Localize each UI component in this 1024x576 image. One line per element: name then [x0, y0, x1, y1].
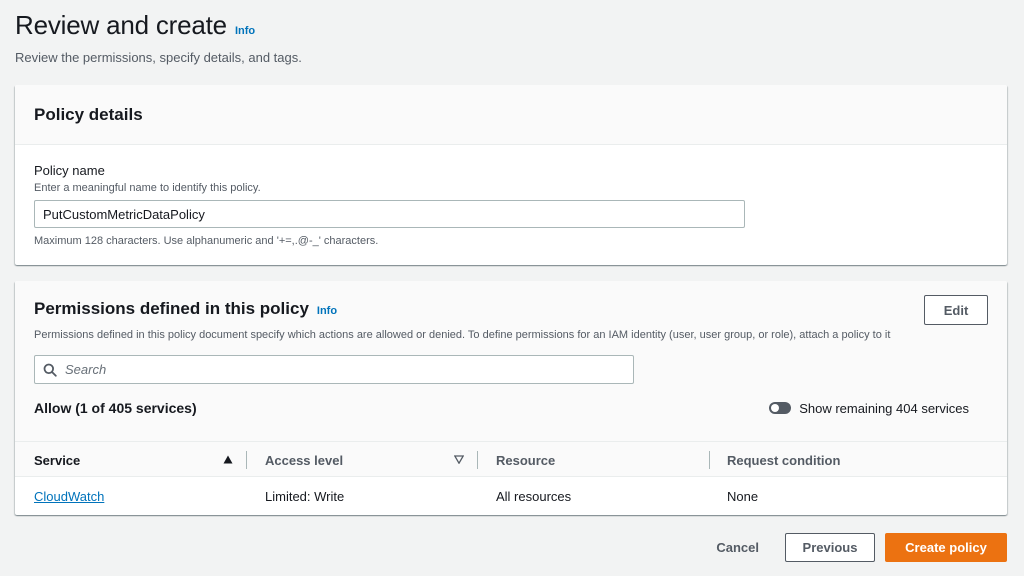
access-level-cell: Limited: Write [265, 488, 345, 504]
policy-details-body: Policy name Enter a meaningful name to i… [15, 145, 1007, 247]
create-policy-button[interactable]: Create policy [885, 533, 1007, 562]
column-divider[interactable] [477, 451, 478, 469]
page-title: Review and create [15, 10, 227, 40]
permissions-title-row: Permissions defined in this policy Info [34, 299, 988, 319]
column-header-access-level[interactable]: Access level [265, 442, 343, 478]
show-remaining-toggle-group: Show remaining 404 services [769, 401, 969, 416]
edit-button[interactable]: Edit [924, 295, 988, 325]
footer-actions: Cancel Previous Create policy [716, 533, 1007, 562]
table-header-row: Service Access level Resource Request co… [15, 441, 1007, 477]
policy-name-description: Enter a meaningful name to identify this… [34, 182, 261, 194]
page-header: Review and create Info Review the permis… [15, 10, 302, 65]
previous-button[interactable]: Previous [785, 533, 875, 562]
column-header-request-condition[interactable]: Request condition [727, 442, 840, 478]
permissions-panel: Permissions defined in this policy Info … [15, 281, 1007, 515]
table-row: CloudWatch Limited: Write All resources … [15, 477, 1007, 515]
permissions-heading: Permissions defined in this policy [34, 299, 309, 318]
policy-name-constraint: Maximum 128 characters. Use alphanumeric… [34, 235, 379, 247]
policy-details-header: Policy details [15, 85, 1007, 145]
cancel-button[interactable]: Cancel [716, 540, 759, 555]
policy-details-heading: Policy details [34, 105, 143, 124]
permissions-header: Permissions defined in this policy Info … [15, 281, 1007, 441]
page-subtitle: Review the permissions, specify details,… [15, 50, 302, 65]
allow-row: Allow (1 of 405 services) Show remaining… [34, 400, 988, 416]
policy-name-label: Policy name [34, 163, 105, 178]
allow-title: Allow (1 of 405 services) [34, 400, 197, 416]
permissions-info-link[interactable]: Info [317, 305, 337, 317]
policy-details-panel: Policy details Policy name Enter a meani… [15, 85, 1007, 265]
show-remaining-toggle[interactable] [769, 402, 792, 414]
column-header-service[interactable]: Service [34, 442, 80, 478]
page-info-link[interactable]: Info [235, 25, 255, 37]
resource-cell: All resources [496, 488, 572, 504]
permissions-description: Permissions defined in this policy docum… [34, 329, 891, 341]
sort-ascending-icon[interactable] [223, 455, 233, 467]
request-condition-cell: None [727, 488, 759, 504]
column-divider[interactable] [246, 451, 247, 469]
column-header-resource[interactable]: Resource [496, 442, 555, 478]
sort-descending-icon[interactable] [453, 455, 465, 467]
column-divider[interactable] [709, 451, 710, 469]
search-input[interactable] [65, 362, 605, 377]
page-title-row: Review and create Info [15, 10, 302, 41]
service-link[interactable]: CloudWatch [34, 477, 104, 515]
show-remaining-label: Show remaining 404 services [799, 400, 969, 416]
search-box[interactable] [34, 355, 634, 384]
policy-name-input[interactable]: PutCustomMetricDataPolicy [34, 200, 745, 228]
search-icon [43, 363, 57, 377]
